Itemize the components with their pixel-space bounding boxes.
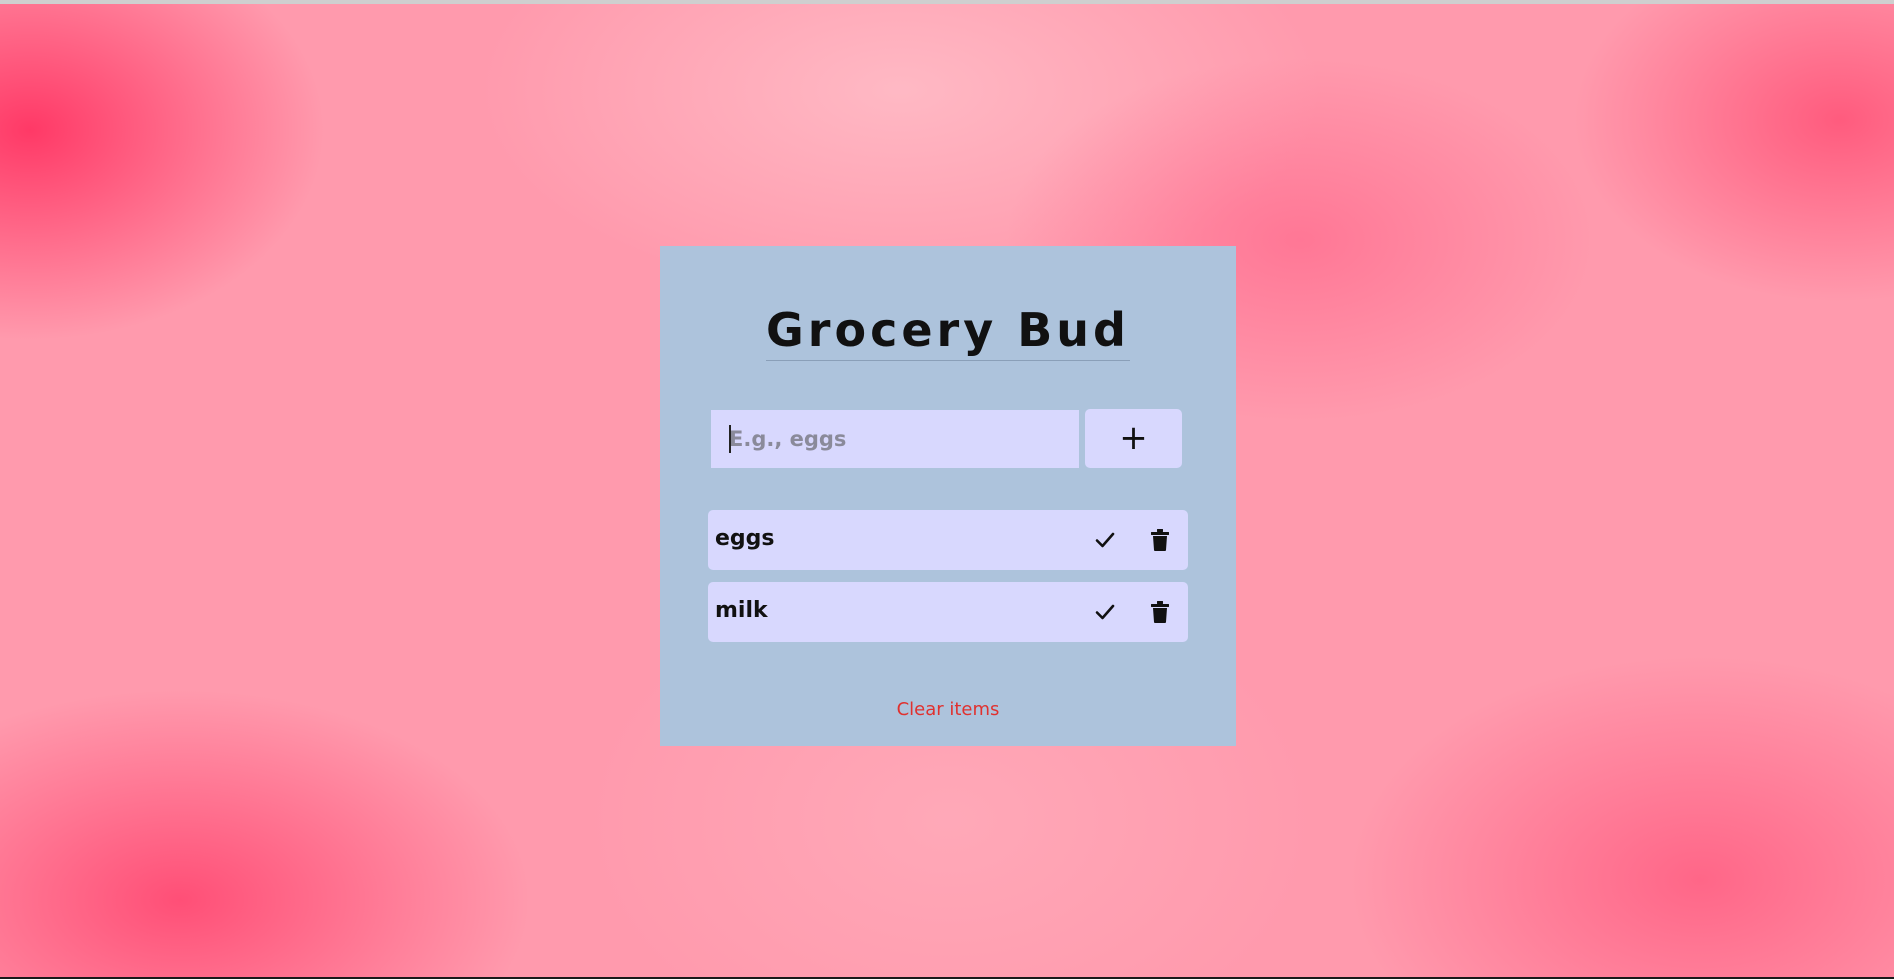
- text-caret: [729, 425, 731, 453]
- trash-icon[interactable]: [1146, 598, 1174, 626]
- check-icon[interactable]: [1091, 526, 1119, 554]
- check-icon[interactable]: [1091, 598, 1119, 626]
- window-top-border: [0, 0, 1894, 4]
- grocery-card: Grocery Bud + eggs milk: [660, 246, 1236, 746]
- grocery-item-input[interactable]: [711, 410, 1079, 468]
- page-title-wrapper: Grocery Bud: [660, 304, 1236, 361]
- add-item-button[interactable]: +: [1085, 409, 1182, 468]
- trash-icon[interactable]: [1146, 526, 1174, 554]
- item-name: eggs: [715, 526, 775, 551]
- list-item: eggs: [708, 510, 1188, 570]
- list-item: milk: [708, 582, 1188, 642]
- clear-items-button[interactable]: Clear items: [660, 698, 1236, 722]
- page-title: Grocery Bud: [766, 304, 1130, 361]
- item-name: milk: [715, 598, 768, 623]
